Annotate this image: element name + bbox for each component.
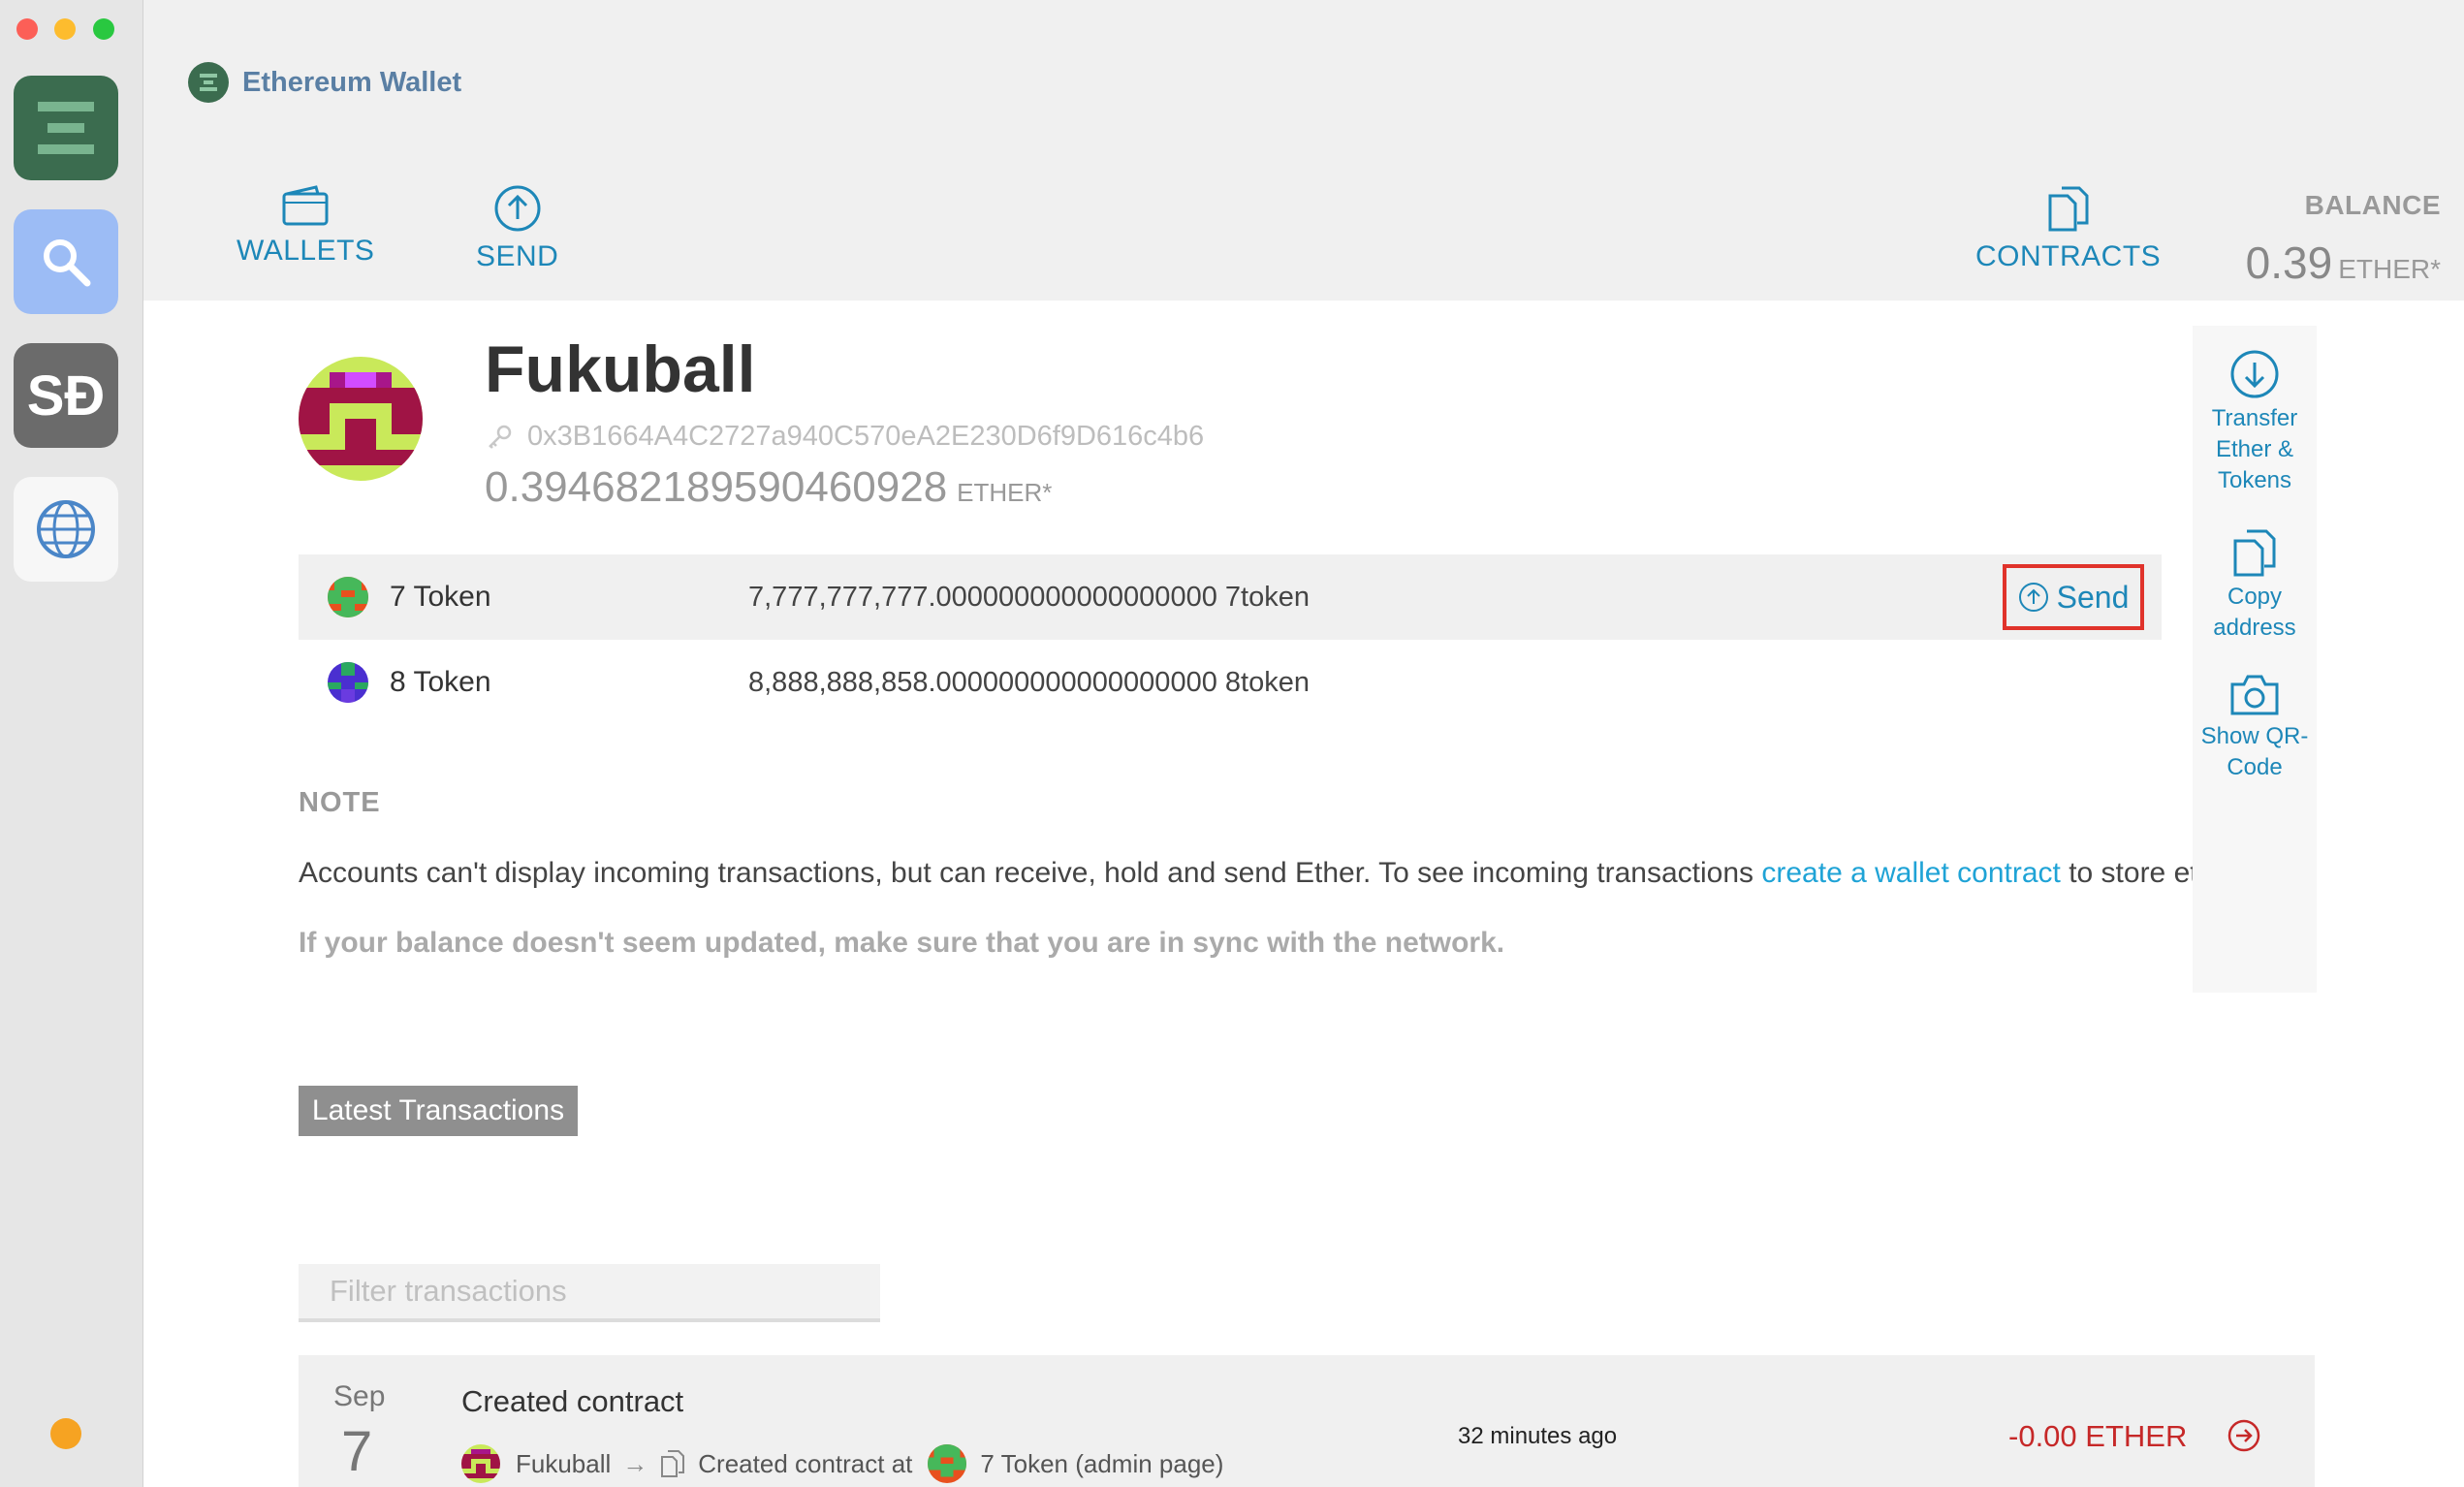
to-identicon: [928, 1444, 967, 1483]
contract-doc-icon: [661, 1450, 685, 1477]
nav-contracts-label: CONTRACTS: [1975, 240, 2162, 272]
nav-wallets[interactable]: WALLETS: [237, 184, 374, 268]
account-balance-value: 0.394682189590460928: [485, 463, 948, 511]
contracts-icon: [2048, 186, 2089, 232]
wallet-icon: [282, 185, 329, 226]
note-text-before: Accounts can't display incoming transact…: [299, 857, 1762, 889]
balance-unit: ETHER*: [2338, 254, 2441, 284]
key-icon: [489, 425, 512, 449]
dock-ethereum-wallet-app[interactable]: [14, 76, 118, 180]
svg-text:SĐ: SĐ: [27, 364, 105, 427]
token-row[interactable]: 7 Token 7,777,777,777.000000000000000000…: [299, 554, 2162, 640]
tx-time: 32 minutes ago: [1458, 1423, 1618, 1449]
minimize-window-button[interactable]: [54, 18, 76, 40]
brand-title: Ethereum Wallet: [242, 66, 462, 98]
tx-action: Created contract at: [698, 1448, 913, 1478]
zoom-window-button[interactable]: [93, 18, 114, 40]
tx-day: 7: [341, 1420, 373, 1483]
search-icon: [44, 239, 91, 287]
brand[interactable]: Ethereum Wallet: [188, 62, 461, 103]
send-token-label: Send: [2056, 579, 2130, 615]
download-icon: [2230, 350, 2279, 398]
tx-details-arrow-icon[interactable]: [2227, 1419, 2260, 1457]
tx-details: Fukuball → Created contract at 7 Token (…: [461, 1444, 1223, 1483]
sync-warning: If your balance doesn't seem updated, ma…: [299, 927, 1505, 959]
note-title: NOTE: [299, 787, 381, 818]
dock-search-app[interactable]: [14, 209, 118, 314]
token-amount: 7,777,777,777.000000000000000000 7token: [748, 581, 1310, 613]
show-qr-code-button[interactable]: Show QR-Code: [2193, 671, 2317, 783]
nav-contracts[interactable]: CONTRACTS: [1975, 184, 2161, 273]
app-dock: SĐ: [0, 0, 143, 1487]
account-address-text: 0x3B1664A4C2727a940C570eA2E230D6f9D616c4…: [527, 421, 1205, 452]
account-name: Fukuball: [485, 332, 756, 406]
from-identicon: [461, 1444, 500, 1483]
tx-month: Sep: [333, 1380, 386, 1412]
wallet-app-icon: [38, 102, 94, 154]
account-identicon: [299, 357, 423, 481]
send-up-icon: [494, 185, 541, 232]
dock-web-app[interactable]: [14, 477, 118, 582]
tx-from[interactable]: Fukuball: [516, 1449, 611, 1479]
account-address[interactable]: 0x3B1664A4C2727a940C570eA2E230D6f9D616c4…: [485, 421, 1204, 453]
copy-icon: [2233, 529, 2276, 577]
token-row[interactable]: 8 Token 8,888,888,858.000000000000000000…: [299, 640, 2162, 725]
tx-to[interactable]: 7 Token (admin page): [980, 1449, 1223, 1479]
token-amount: 8,888,888,858.000000000000000000 8token: [748, 666, 1310, 698]
token-name: 8 Token: [390, 666, 491, 698]
balance-value-line: 0.39 ETHER*: [2246, 237, 2441, 289]
note-text: Accounts can't display incoming transact…: [299, 857, 2247, 890]
balance-value: 0.39: [2245, 237, 2333, 288]
total-balance: BALANCE 0.39 ETHER*: [2246, 190, 2441, 289]
tx-title: Created contract: [461, 1384, 684, 1418]
latest-transactions-button[interactable]: Latest Transactions: [299, 1086, 578, 1136]
transaction-row[interactable]: Sep 7 Created contract Fukuball → Create…: [299, 1355, 2315, 1487]
camera-icon: [2230, 675, 2279, 715]
copy-address-label: Copy address: [2213, 584, 2296, 641]
transfer-ether-tokens-button[interactable]: Transfer Ether & Tokens: [2193, 349, 2317, 496]
sd-logo-icon: SĐ: [27, 364, 105, 427]
top-header: Ethereum Wallet WALLETS SEND CONTRACTS B…: [143, 0, 2464, 301]
account-actions-panel: Transfer Ether & Tokens Copy address Sho…: [2193, 326, 2317, 993]
nav-wallets-label: WALLETS: [237, 235, 375, 267]
nav-send-label: SEND: [476, 240, 559, 272]
create-wallet-contract-link[interactable]: create a wallet contract: [1761, 857, 2060, 889]
tx-amount: -0.00 ETHER: [2008, 1419, 2188, 1453]
arrow-right-icon: →: [622, 1448, 648, 1478]
globe-icon: [37, 500, 95, 558]
ethereum-wallet-logo-icon: [188, 62, 229, 103]
status-indicator-dot: [50, 1418, 81, 1449]
send-up-icon: [2018, 583, 2048, 612]
transfer-label: Transfer Ether & Tokens: [2211, 405, 2298, 493]
send-token-button[interactable]: Send: [2003, 564, 2144, 630]
token-8-icon: [328, 662, 368, 703]
account-balance-unit: ETHER*: [957, 478, 1053, 507]
token-name: 7 Token: [390, 581, 491, 613]
token-7-icon: [328, 577, 368, 617]
dock-sd-app[interactable]: SĐ: [14, 343, 118, 448]
account-balance: 0.394682189590460928 ETHER*: [485, 463, 1052, 512]
close-window-button[interactable]: [16, 18, 38, 40]
filter-transactions-input[interactable]: [299, 1264, 880, 1322]
nav-send[interactable]: SEND: [476, 184, 558, 273]
balance-label: BALANCE: [2304, 190, 2441, 220]
show-qr-label: Show QR-Code: [2200, 723, 2309, 780]
copy-address-button[interactable]: Copy address: [2193, 527, 2317, 644]
